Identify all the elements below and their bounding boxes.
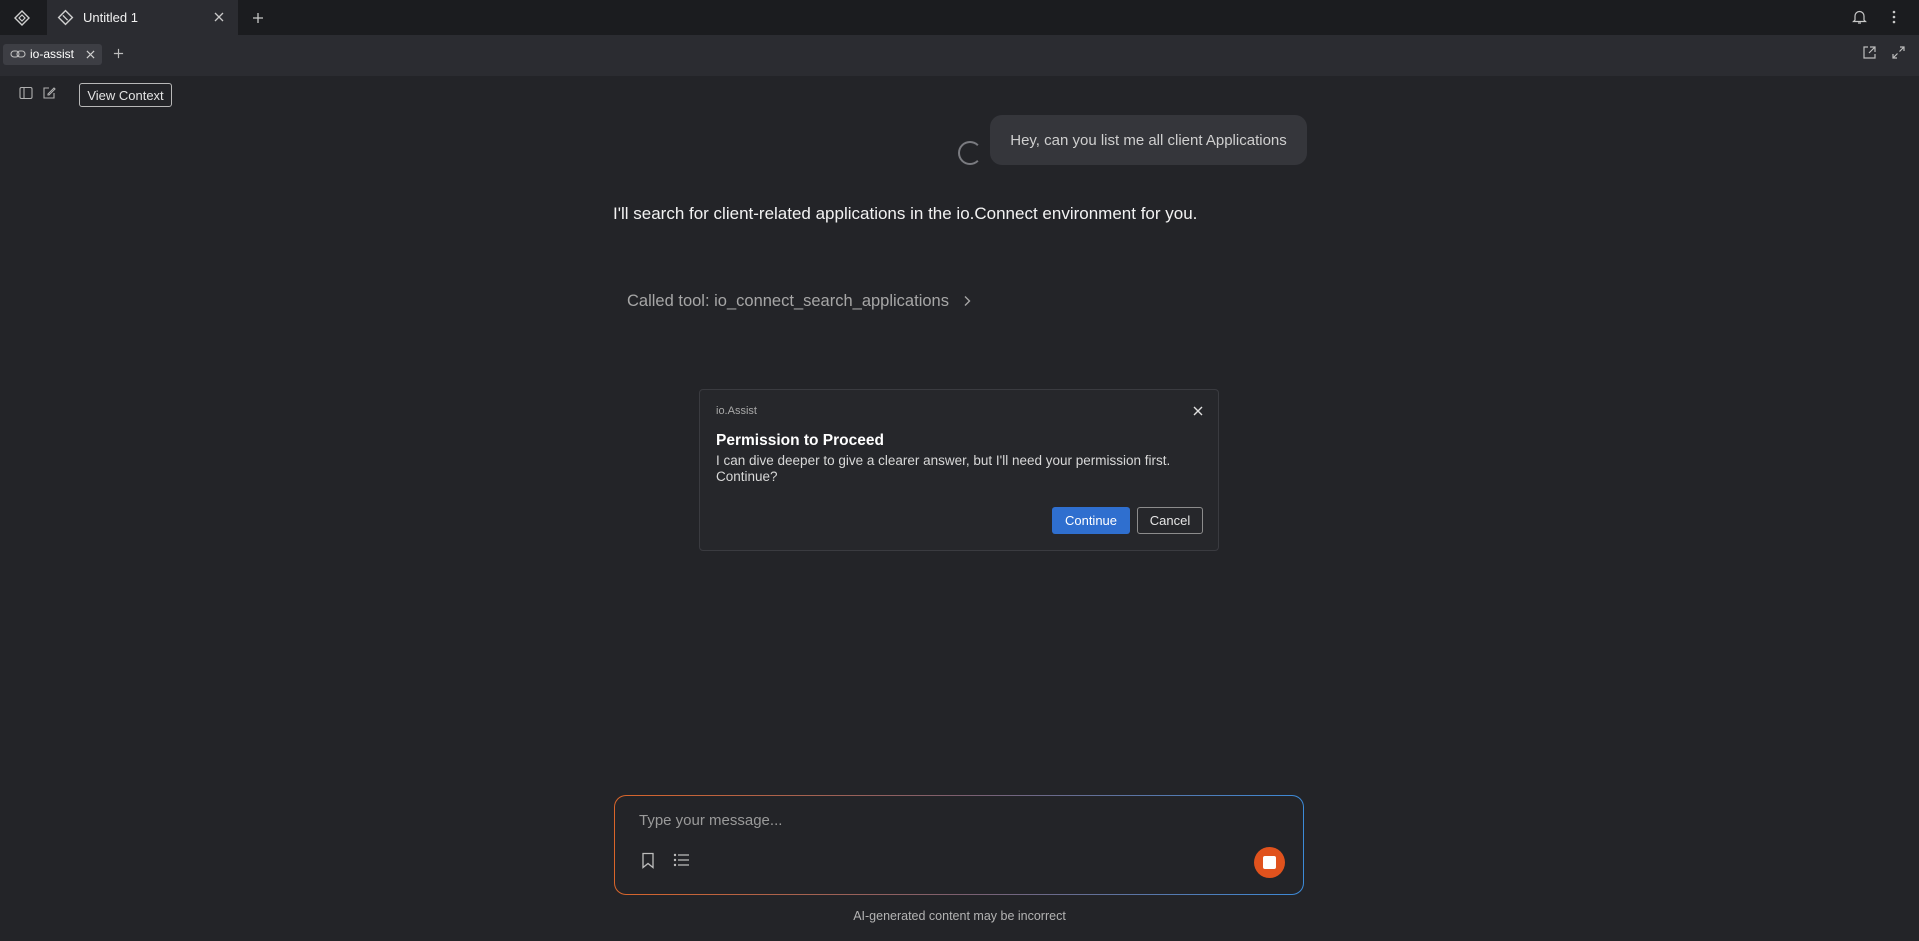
dialog-source: io.Assist (716, 405, 757, 417)
view-context-button[interactable]: View Context (79, 83, 172, 107)
stop-button[interactable] (1254, 847, 1285, 878)
plus-icon[interactable] (248, 8, 268, 28)
close-icon[interactable] (211, 9, 227, 25)
app-tab-strip: io-assist (0, 35, 1919, 76)
window-tab[interactable]: Untitled 1 (47, 0, 238, 35)
ai-disclaimer: AI-generated content may be incorrect (853, 909, 1066, 923)
dialog-body: I can dive deeper to give a clearer answ… (716, 453, 1171, 484)
chain-link-icon (10, 47, 26, 61)
bell-icon[interactable] (1849, 7, 1869, 27)
edit-icon[interactable] (42, 86, 58, 102)
app-tab-io-assist[interactable]: io-assist (3, 44, 102, 65)
close-icon[interactable] (1190, 403, 1206, 419)
list-icon[interactable] (673, 853, 691, 869)
user-message: Hey, can you list me all client Applicat… (990, 115, 1307, 165)
cancel-button[interactable]: Cancel (1137, 507, 1203, 534)
plus-icon[interactable] (110, 45, 126, 61)
expand-icon[interactable] (1891, 45, 1907, 61)
assistant-message: I'll search for client-related applicati… (613, 204, 1198, 223)
tab-icon (57, 9, 74, 26)
composer (614, 795, 1304, 895)
permission-dialog: io.Assist Permission to Proceed I can di… (699, 389, 1219, 551)
close-icon[interactable] (83, 47, 97, 61)
dialog-title: Permission to Proceed (716, 432, 884, 449)
composer-inner (615, 796, 1303, 894)
kebab-icon[interactable] (1884, 7, 1904, 27)
chevron-right-icon (963, 294, 977, 308)
continue-button[interactable]: Continue (1052, 507, 1130, 534)
app-tab-label: io-assist (30, 47, 75, 61)
tool-call-disclosure[interactable]: Called tool: io_connect_search_applicati… (627, 290, 977, 312)
message-input[interactable] (639, 808, 1259, 832)
popout-icon[interactable] (1862, 45, 1878, 61)
tool-call-label: Called tool: io_connect_search_applicati… (627, 291, 949, 310)
window-titlebar: Untitled 1 (0, 0, 1919, 35)
sidebar-icon[interactable] (19, 86, 35, 102)
tab-title: Untitled 1 (83, 10, 138, 25)
bookmark-icon[interactable] (641, 852, 657, 870)
loading-spinner (958, 141, 982, 165)
app-logo-icon[interactable] (12, 8, 32, 28)
stop-icon (1263, 856, 1276, 869)
